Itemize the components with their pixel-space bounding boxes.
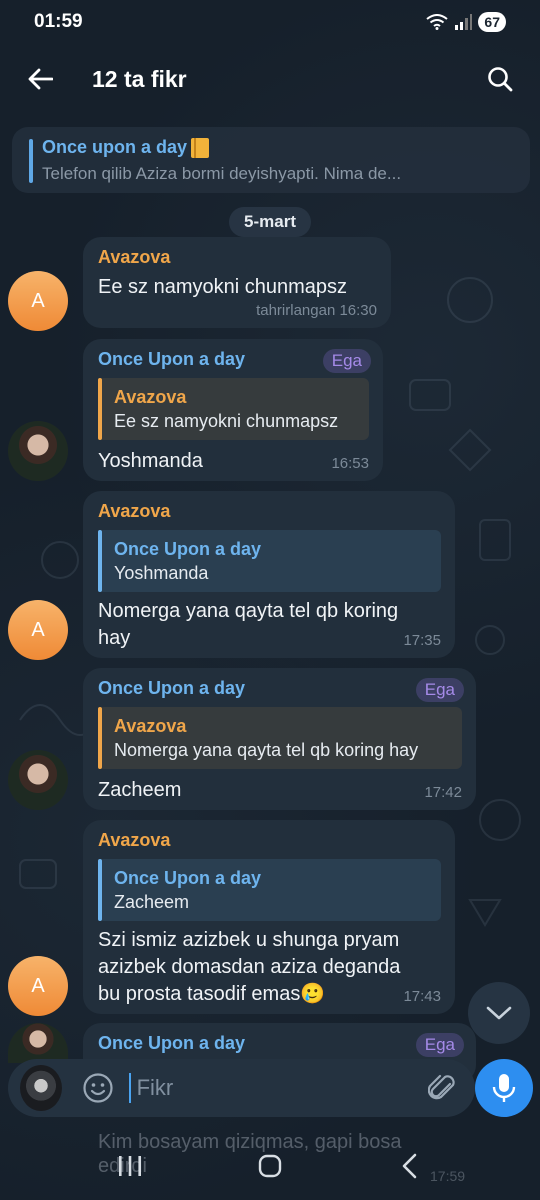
composer-bar bbox=[8, 1059, 475, 1117]
emoji-icon bbox=[83, 1073, 113, 1103]
message-bubble[interactable]: Avazova Once Upon a day Zacheem Szi ismi… bbox=[83, 820, 455, 1014]
avatar[interactable]: A bbox=[8, 600, 68, 660]
reply-text: Ee sz namyokni chunmapsz bbox=[114, 411, 339, 431]
message-sender: Avazova bbox=[98, 830, 171, 850]
scroll-down-button[interactable] bbox=[468, 982, 530, 1044]
reply-text: Zacheem bbox=[114, 892, 190, 912]
message-meta: 17:43 bbox=[403, 988, 441, 1005]
battery-indicator: 67 bbox=[478, 12, 506, 32]
reply-quote[interactable]: Once Upon a day Zacheem bbox=[98, 859, 441, 921]
home-button[interactable] bbox=[245, 1141, 295, 1191]
reply-quote[interactable]: Once Upon a day Yoshmanda bbox=[98, 530, 441, 592]
system-nav-bar bbox=[0, 1132, 540, 1200]
message-text-line-content: bu prosta tasodif emas bbox=[98, 983, 301, 1005]
message-input[interactable] bbox=[128, 1073, 425, 1103]
avatar[interactable]: A bbox=[8, 956, 68, 1016]
page-title: 12 ta fikr bbox=[92, 65, 187, 92]
reply-sender: Once Upon a day bbox=[114, 539, 262, 559]
date-chip: 5-mart bbox=[229, 207, 311, 237]
emoji-button[interactable] bbox=[82, 1070, 115, 1106]
reply-sender: Avazova bbox=[114, 716, 187, 736]
message-meta: tahrirlangan 16:30 bbox=[256, 302, 377, 319]
owner-badge: Ega bbox=[415, 678, 464, 702]
back-arrow-icon bbox=[28, 68, 53, 90]
wifi-icon bbox=[426, 14, 449, 30]
attach-icon bbox=[427, 1074, 455, 1100]
avatar[interactable] bbox=[8, 421, 68, 481]
reply-sender: Once Upon a day bbox=[114, 868, 262, 888]
message-meta: 16:53 bbox=[331, 455, 369, 472]
pinned-text: Telefon qilib Aziza bormi deyishyapti. N… bbox=[42, 164, 402, 183]
message-text: Szi ismiz azizbek u shunga pryam azizbek… bbox=[98, 927, 441, 1008]
message-text-line: Szi ismiz azizbek u shunga pryam bbox=[98, 929, 400, 951]
message-bubble[interactable]: Once Upon a day Ega Avazova Ee sz namyok… bbox=[83, 339, 383, 481]
reply-quote[interactable]: Avazova Nomerga yana qayta tel qb koring… bbox=[98, 707, 462, 769]
message-sender: Once Upon a day bbox=[98, 1033, 246, 1053]
signal-icon bbox=[455, 14, 473, 30]
recents-button[interactable] bbox=[105, 1141, 155, 1191]
owner-badge: Ega bbox=[415, 1033, 464, 1057]
chevron-down-icon bbox=[486, 1006, 512, 1020]
voice-record-button[interactable] bbox=[475, 1059, 533, 1117]
emoji: 🥲 bbox=[300, 983, 326, 1005]
message-text-line: hay bbox=[98, 627, 131, 649]
pinned-title-row: Once upon a day bbox=[42, 137, 516, 158]
back-nav-button[interactable] bbox=[385, 1141, 435, 1191]
message-text: Yoshmanda bbox=[98, 450, 203, 472]
pinned-message[interactable]: Once upon a day Telefon qilib Aziza borm… bbox=[12, 127, 530, 193]
search-icon bbox=[488, 67, 513, 92]
back-nav-icon bbox=[402, 1153, 417, 1179]
message-text: Ee sz namyokni chunmapsz bbox=[98, 276, 348, 298]
avatar[interactable] bbox=[8, 750, 68, 810]
status-icons: 67 bbox=[426, 12, 506, 32]
message-sender: Once Upon a day bbox=[98, 678, 246, 698]
notebook-icon bbox=[191, 137, 210, 158]
message-sender: Avazova bbox=[98, 501, 171, 521]
recents-icon bbox=[119, 1156, 141, 1176]
send-as-avatar[interactable] bbox=[20, 1065, 62, 1111]
back-button[interactable] bbox=[20, 59, 60, 99]
message-text-line: bu prosta tasodif emas🥲 bbox=[98, 981, 441, 1008]
message-bubble[interactable]: Avazova Once Upon a day Yoshmanda Nomerg… bbox=[83, 491, 455, 658]
status-time: 01:59 bbox=[34, 11, 83, 32]
reply-sender: Avazova bbox=[114, 387, 187, 407]
home-icon bbox=[258, 1154, 282, 1178]
message-text-line: azizbek domasdan aziza deganda bbox=[98, 956, 401, 978]
message-bubble[interactable]: Avazova Ee sz namyokni chunmapsz tahrirl… bbox=[83, 237, 391, 328]
mic-icon bbox=[492, 1074, 516, 1102]
reply-text: Nomerga yana qayta tel qb koring hay bbox=[114, 740, 419, 760]
message-text: Zacheem bbox=[98, 779, 182, 801]
reply-quote[interactable]: Avazova Ee sz namyokni chunmapsz bbox=[98, 378, 369, 440]
app-header: 12 ta fikr bbox=[0, 44, 540, 114]
message-meta: 17:42 bbox=[424, 784, 462, 801]
message-text: Nomerga yana qayta tel qb koring hay bbox=[98, 598, 441, 652]
reply-text: Yoshmanda bbox=[114, 563, 209, 583]
message-text-line: Nomerga yana qayta tel qb koring bbox=[98, 600, 399, 622]
attach-button[interactable] bbox=[425, 1068, 461, 1108]
message-sender: Avazova bbox=[98, 247, 171, 267]
message-meta: 17:35 bbox=[403, 632, 441, 649]
message-bubble[interactable]: Once Upon a day Ega Avazova Nomerga yana… bbox=[83, 668, 476, 810]
avatar[interactable]: A bbox=[8, 271, 68, 331]
status-bar: 01:59 67 bbox=[0, 0, 540, 44]
pinned-title: Once upon a day bbox=[42, 137, 188, 157]
owner-badge: Ega bbox=[322, 349, 371, 373]
search-button[interactable] bbox=[480, 59, 520, 99]
